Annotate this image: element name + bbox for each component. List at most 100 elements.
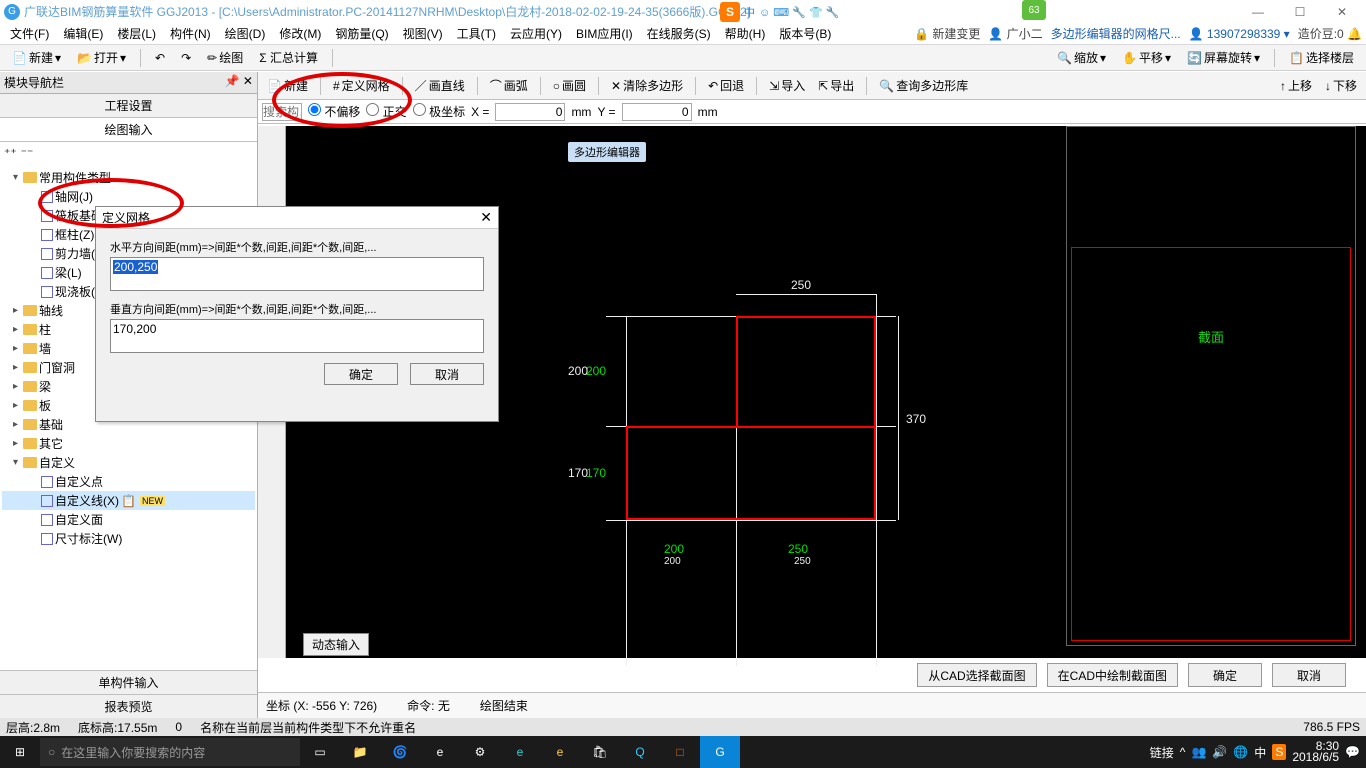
menu-edit[interactable]: 编辑(E) xyxy=(57,23,109,44)
offset-radio[interactable]: 不偏移 xyxy=(308,103,360,120)
tray-net-icon[interactable]: 🌐 xyxy=(1233,745,1248,759)
section-ok-button[interactable]: 确定 xyxy=(1188,663,1262,687)
tray-people-icon[interactable]: 👥 xyxy=(1191,745,1206,759)
tree-item[interactable]: ▾ 常用构件类型 xyxy=(2,168,255,187)
draw-in-cad-button[interactable]: 在CAD中绘制截面图 xyxy=(1047,663,1178,687)
close-button[interactable]: ✕ xyxy=(1322,1,1362,23)
maximize-button[interactable]: ☐ xyxy=(1280,1,1320,23)
polar-radio[interactable]: 极坐标 xyxy=(413,103,465,120)
tree-expand-icon[interactable]: ⁺⁺ xyxy=(4,146,17,160)
tree-item[interactable]: 自定义线(X)📋NEW xyxy=(2,491,255,510)
cmd-label: 命令: 无 xyxy=(407,697,450,714)
menu-version[interactable]: 版本号(B) xyxy=(773,23,837,44)
sogou-icon[interactable]: S xyxy=(720,2,740,22)
y-input[interactable] xyxy=(622,103,692,121)
phone-label[interactable]: 👤 13907298339 ▾ xyxy=(1189,27,1290,41)
move-up-button[interactable]: ↑ 上移 xyxy=(1275,75,1317,96)
menu-draw[interactable]: 绘图(D) xyxy=(219,23,272,44)
from-cad-button[interactable]: 从CAD选择截面图 xyxy=(917,663,1036,687)
tray-notif-icon[interactable]: 💬 xyxy=(1345,745,1360,759)
section-cancel-button[interactable]: 取消 xyxy=(1272,663,1346,687)
tab-single-input[interactable]: 单构件输入 xyxy=(0,670,257,694)
poly-circle-button[interactable]: ○ 画圆 xyxy=(548,75,591,96)
poly-new-button[interactable]: 📄 新建 xyxy=(262,75,313,96)
poly-grid-button[interactable]: # 定义网格 xyxy=(328,75,395,96)
poly-arc-button[interactable]: ⌒ 画弧 xyxy=(485,75,533,96)
explorer-icon[interactable]: 📁 xyxy=(340,736,380,768)
component-search[interactable] xyxy=(262,103,302,121)
app1-icon[interactable]: 🌀 xyxy=(380,736,420,768)
poly-clear-button[interactable]: ✕ 清除多边形 xyxy=(606,75,688,96)
h-spacing-input[interactable]: 200,250 xyxy=(110,257,484,291)
taskbar-search[interactable]: ○ 在这里输入你要搜索的内容 xyxy=(40,738,300,766)
draw-button[interactable]: ✏ 绘图 xyxy=(201,47,249,68)
menu-member[interactable]: 构件(N) xyxy=(164,23,217,44)
menu-help[interactable]: 帮助(H) xyxy=(719,23,772,44)
poly-line-button[interactable]: ／ 画直线 xyxy=(410,75,470,96)
tray-sogou-icon[interactable]: S xyxy=(1272,744,1286,760)
move-down-button[interactable]: ↓ 下移 xyxy=(1320,75,1362,96)
menu-bim[interactable]: BIM应用(I) xyxy=(570,23,639,44)
tree-item[interactable]: 尺寸标注(W) xyxy=(2,529,255,548)
dialog-ok-button[interactable]: 确定 xyxy=(324,363,398,385)
edge-icon[interactable]: e xyxy=(420,736,460,768)
pan-button[interactable]: ✋ 平移 ▾ xyxy=(1116,47,1177,68)
menu-view[interactable]: 视图(V) xyxy=(397,23,449,44)
qq-icon[interactable]: Q xyxy=(620,736,660,768)
tab-report[interactable]: 报表预览 xyxy=(0,694,257,718)
tree-item[interactable]: 自定义面 xyxy=(2,510,255,529)
ime-toolbar: S 中 ☺ ⌨ 🔧 👕 🔧 xyxy=(720,2,839,22)
undo-button[interactable]: ↶ xyxy=(149,49,171,67)
sum-button[interactable]: Σ 汇总计算 xyxy=(253,47,324,68)
tray-volume-icon[interactable]: 🔊 xyxy=(1212,745,1227,759)
minimize-button[interactable]: — xyxy=(1238,1,1278,23)
task-view-icon[interactable]: ▭ xyxy=(300,736,340,768)
tree-item[interactable]: ▾ 自定义 xyxy=(2,453,255,472)
tree-item[interactable]: 轴网(J) xyxy=(2,187,255,206)
edge2-icon[interactable]: e xyxy=(500,736,540,768)
redo-button[interactable]: ↷ xyxy=(175,49,197,67)
x-input[interactable] xyxy=(495,103,565,121)
menu-rebar[interactable]: 钢筋量(Q) xyxy=(329,23,394,44)
menu-modify[interactable]: 修改(M) xyxy=(273,23,327,44)
poly-export-button[interactable]: ⇱ 导出 xyxy=(813,75,859,96)
tab-project-settings[interactable]: 工程设置 xyxy=(0,94,257,118)
tree-item[interactable]: ▸ 其它 xyxy=(2,434,255,453)
new-change-button[interactable]: 🔒 新建变更 xyxy=(914,25,980,42)
rotate-button[interactable]: 🔄 屏幕旋转 ▾ xyxy=(1181,47,1266,68)
zoom-button[interactable]: 🔍 缩放 ▾ xyxy=(1051,47,1112,68)
dynamic-input-toggle[interactable]: 动态输入 xyxy=(303,633,369,656)
tab-draw-input[interactable]: 绘图输入 xyxy=(0,118,257,142)
tray-ime-icon[interactable]: 中 xyxy=(1254,744,1266,761)
dialog-cancel-button[interactable]: 取消 xyxy=(410,363,484,385)
coin-label[interactable]: 造价豆:0 🔔 xyxy=(1298,25,1362,42)
office-icon[interactable]: □ xyxy=(660,736,700,768)
tray-up-icon[interactable]: ^ xyxy=(1180,745,1186,759)
tree-item[interactable]: 自定义点 xyxy=(2,472,255,491)
dialog-close-icon[interactable]: ✕ xyxy=(480,209,492,226)
v-spacing-input[interactable]: 170,200 xyxy=(110,319,484,353)
menu-tools[interactable]: 工具(T) xyxy=(451,23,502,44)
tray-clock[interactable]: 8:302018/6/5 xyxy=(1292,741,1339,763)
ortho-radio[interactable]: 正交 xyxy=(366,103,406,120)
menu-file[interactable]: 文件(F) xyxy=(4,23,55,44)
new-button[interactable]: 📄 新建 ▾ xyxy=(6,47,67,68)
start-button[interactable]: ⊞ xyxy=(0,745,40,759)
ie-icon[interactable]: e xyxy=(540,736,580,768)
user-label[interactable]: 👤 广小二 xyxy=(988,25,1042,42)
store-icon[interactable]: 🛍 xyxy=(580,736,620,768)
poly-import-button[interactable]: ⇲ 导入 xyxy=(764,75,810,96)
select-floor-button[interactable]: 📋 选择楼层 xyxy=(1283,47,1360,68)
menu-bar: 文件(F) 编辑(E) 楼层(L) 构件(N) 绘图(D) 修改(M) 钢筋量(… xyxy=(0,23,1366,45)
draw-end-label: 绘图结束 xyxy=(480,697,528,714)
poly-query-button[interactable]: 🔍 查询多边形库 xyxy=(874,75,973,96)
tree-collapse-icon[interactable]: ⁻⁻ xyxy=(21,146,34,160)
app2-icon[interactable]: ⚙ xyxy=(460,736,500,768)
nav-pin[interactable]: 📌 ✕ xyxy=(225,74,253,91)
menu-floor[interactable]: 楼层(L) xyxy=(111,23,162,44)
menu-online[interactable]: 在线服务(S) xyxy=(641,23,717,44)
poly-back-button[interactable]: ↶ 回退 xyxy=(703,75,749,96)
running-app-icon[interactable]: G xyxy=(700,736,740,768)
open-button[interactable]: 📂 打开 ▾ xyxy=(71,47,132,68)
menu-cloud[interactable]: 云应用(Y) xyxy=(504,23,568,44)
